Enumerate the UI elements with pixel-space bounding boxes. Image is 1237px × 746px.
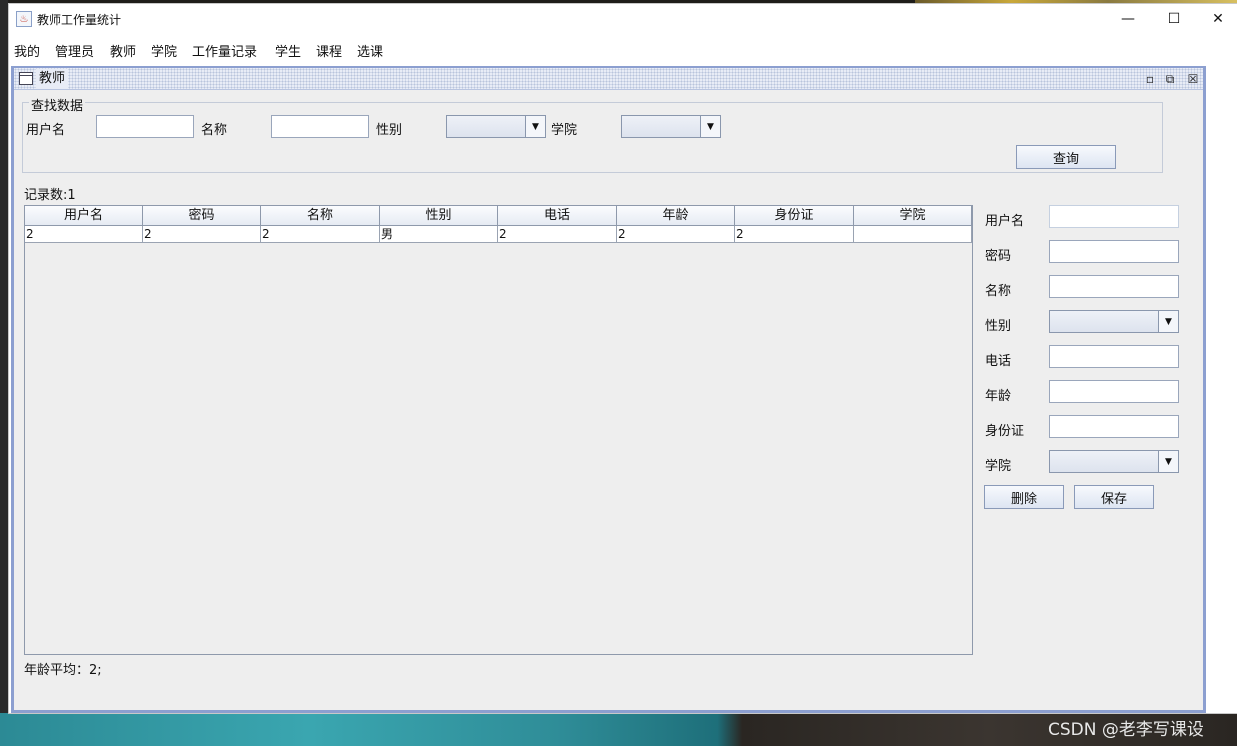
- record-count: 记录数:1: [24, 188, 76, 203]
- table-cell[interactable]: 2: [25, 226, 143, 243]
- window-title: 教师工作量统计: [37, 13, 122, 27]
- menu-course[interactable]: 课程: [316, 41, 342, 60]
- menu-student[interactable]: 学生: [275, 41, 301, 60]
- table-cell[interactable]: 2: [143, 226, 261, 243]
- search-username-label: 用户名: [26, 123, 66, 138]
- maximize-button[interactable]: ☐: [1151, 4, 1197, 34]
- form-phone-input[interactable]: [1049, 345, 1179, 368]
- form-college-label: 学院: [985, 459, 1012, 474]
- menu-workload-record[interactable]: 工作量记录: [192, 41, 257, 60]
- chevron-down-icon[interactable]: ▼: [700, 116, 720, 137]
- internal-frame-title-bar[interactable]: 教师 ▫ ⧉ ☒: [14, 68, 1203, 90]
- window-icon: [19, 72, 33, 85]
- column-header-idcard[interactable]: 身份证: [735, 206, 854, 226]
- search-name-label: 名称: [201, 123, 228, 138]
- form-idcard-label: 身份证: [985, 424, 1025, 439]
- app-window: ♨ 教师工作量统计 — ☐ ✕ 我的 管理员 教师 学院 工作量记录 学生 课程…: [8, 3, 1237, 714]
- table-cell[interactable]: 2: [617, 226, 735, 243]
- search-college-select[interactable]: ▼: [621, 115, 721, 138]
- delete-button[interactable]: 删除: [984, 485, 1064, 509]
- form-gender-label: 性别: [985, 319, 1012, 334]
- column-header-password[interactable]: 密码: [143, 206, 261, 226]
- search-name-input[interactable]: [271, 115, 369, 138]
- form-age-label: 年龄: [985, 389, 1012, 404]
- watermark: CSDN @老李写课设: [1048, 720, 1204, 740]
- menu-course-selection[interactable]: 选课: [357, 41, 383, 60]
- table-cell[interactable]: 男: [380, 226, 498, 243]
- form-username-label: 用户名: [985, 214, 1025, 229]
- form-phone-label: 电话: [985, 354, 1012, 369]
- table-cell[interactable]: 2: [261, 226, 380, 243]
- minimize-button[interactable]: —: [1105, 4, 1151, 34]
- frame-maximize-icon[interactable]: ⧉: [1162, 71, 1178, 87]
- menu-bar: 我的 管理员 教师 学院 工作量记录 学生 课程 选课: [9, 36, 1237, 60]
- chevron-down-icon[interactable]: ▼: [1158, 311, 1178, 332]
- chevron-down-icon[interactable]: ▼: [1158, 451, 1178, 472]
- column-header-name[interactable]: 名称: [261, 206, 380, 226]
- menu-teacher[interactable]: 教师: [110, 41, 136, 60]
- title-bar[interactable]: ♨ 教师工作量统计 — ☐ ✕: [9, 4, 1237, 34]
- form-username-input[interactable]: [1049, 205, 1179, 228]
- form-college-select[interactable]: ▼: [1049, 450, 1179, 473]
- close-button[interactable]: ✕: [1195, 4, 1237, 34]
- internal-frame-title: 教师: [36, 69, 69, 89]
- form-gender-select[interactable]: ▼: [1049, 310, 1179, 333]
- table-cell[interactable]: 2: [735, 226, 854, 243]
- column-header-age[interactable]: 年龄: [617, 206, 735, 226]
- column-header-college[interactable]: 学院: [854, 206, 972, 226]
- table-cell[interactable]: 2: [498, 226, 617, 243]
- menu-admin[interactable]: 管理员: [55, 41, 94, 60]
- desktop-background-left: [0, 0, 8, 746]
- table-row[interactable]: 2 2 2 男 2 2 2: [25, 226, 972, 243]
- form-name-input[interactable]: [1049, 275, 1179, 298]
- chevron-down-icon[interactable]: ▼: [525, 116, 545, 137]
- search-gender-label: 性别: [376, 123, 403, 138]
- search-group-legend: 查找数据: [29, 95, 86, 114]
- table-header: 用户名 密码 名称 性别 电话 年龄 身份证 学院: [25, 206, 972, 226]
- menu-college[interactable]: 学院: [151, 41, 177, 60]
- query-button[interactable]: 查询: [1016, 145, 1116, 169]
- form-age-input[interactable]: [1049, 380, 1179, 403]
- column-header-username[interactable]: 用户名: [25, 206, 143, 226]
- table-cell[interactable]: [854, 226, 972, 243]
- teacher-internal-frame: 教师 ▫ ⧉ ☒ 查找数据 用户名 名称 性别 ▼ 学院 ▼ 查询 记录数:1: [11, 66, 1206, 713]
- search-username-input[interactable]: [96, 115, 194, 138]
- age-average: 年龄平均：2;: [24, 663, 102, 678]
- menu-mine[interactable]: 我的: [14, 41, 40, 60]
- java-app-icon: ♨: [16, 11, 32, 27]
- save-button[interactable]: 保存: [1074, 485, 1154, 509]
- iconify-icon[interactable]: ▫: [1142, 71, 1158, 87]
- column-header-gender[interactable]: 性别: [380, 206, 498, 226]
- search-gender-select[interactable]: ▼: [446, 115, 546, 138]
- column-header-phone[interactable]: 电话: [498, 206, 617, 226]
- search-college-label: 学院: [551, 123, 578, 138]
- form-password-input[interactable]: [1049, 240, 1179, 263]
- search-group: 查找数据 用户名 名称 性别 ▼ 学院 ▼ 查询: [22, 95, 1163, 173]
- form-password-label: 密码: [985, 249, 1012, 264]
- form-idcard-input[interactable]: [1049, 415, 1179, 438]
- teacher-table[interactable]: 用户名 密码 名称 性别 电话 年龄 身份证 学院 2 2 2 男 2 2 2: [24, 205, 973, 655]
- form-name-label: 名称: [985, 284, 1012, 299]
- frame-close-icon[interactable]: ☒: [1185, 71, 1201, 87]
